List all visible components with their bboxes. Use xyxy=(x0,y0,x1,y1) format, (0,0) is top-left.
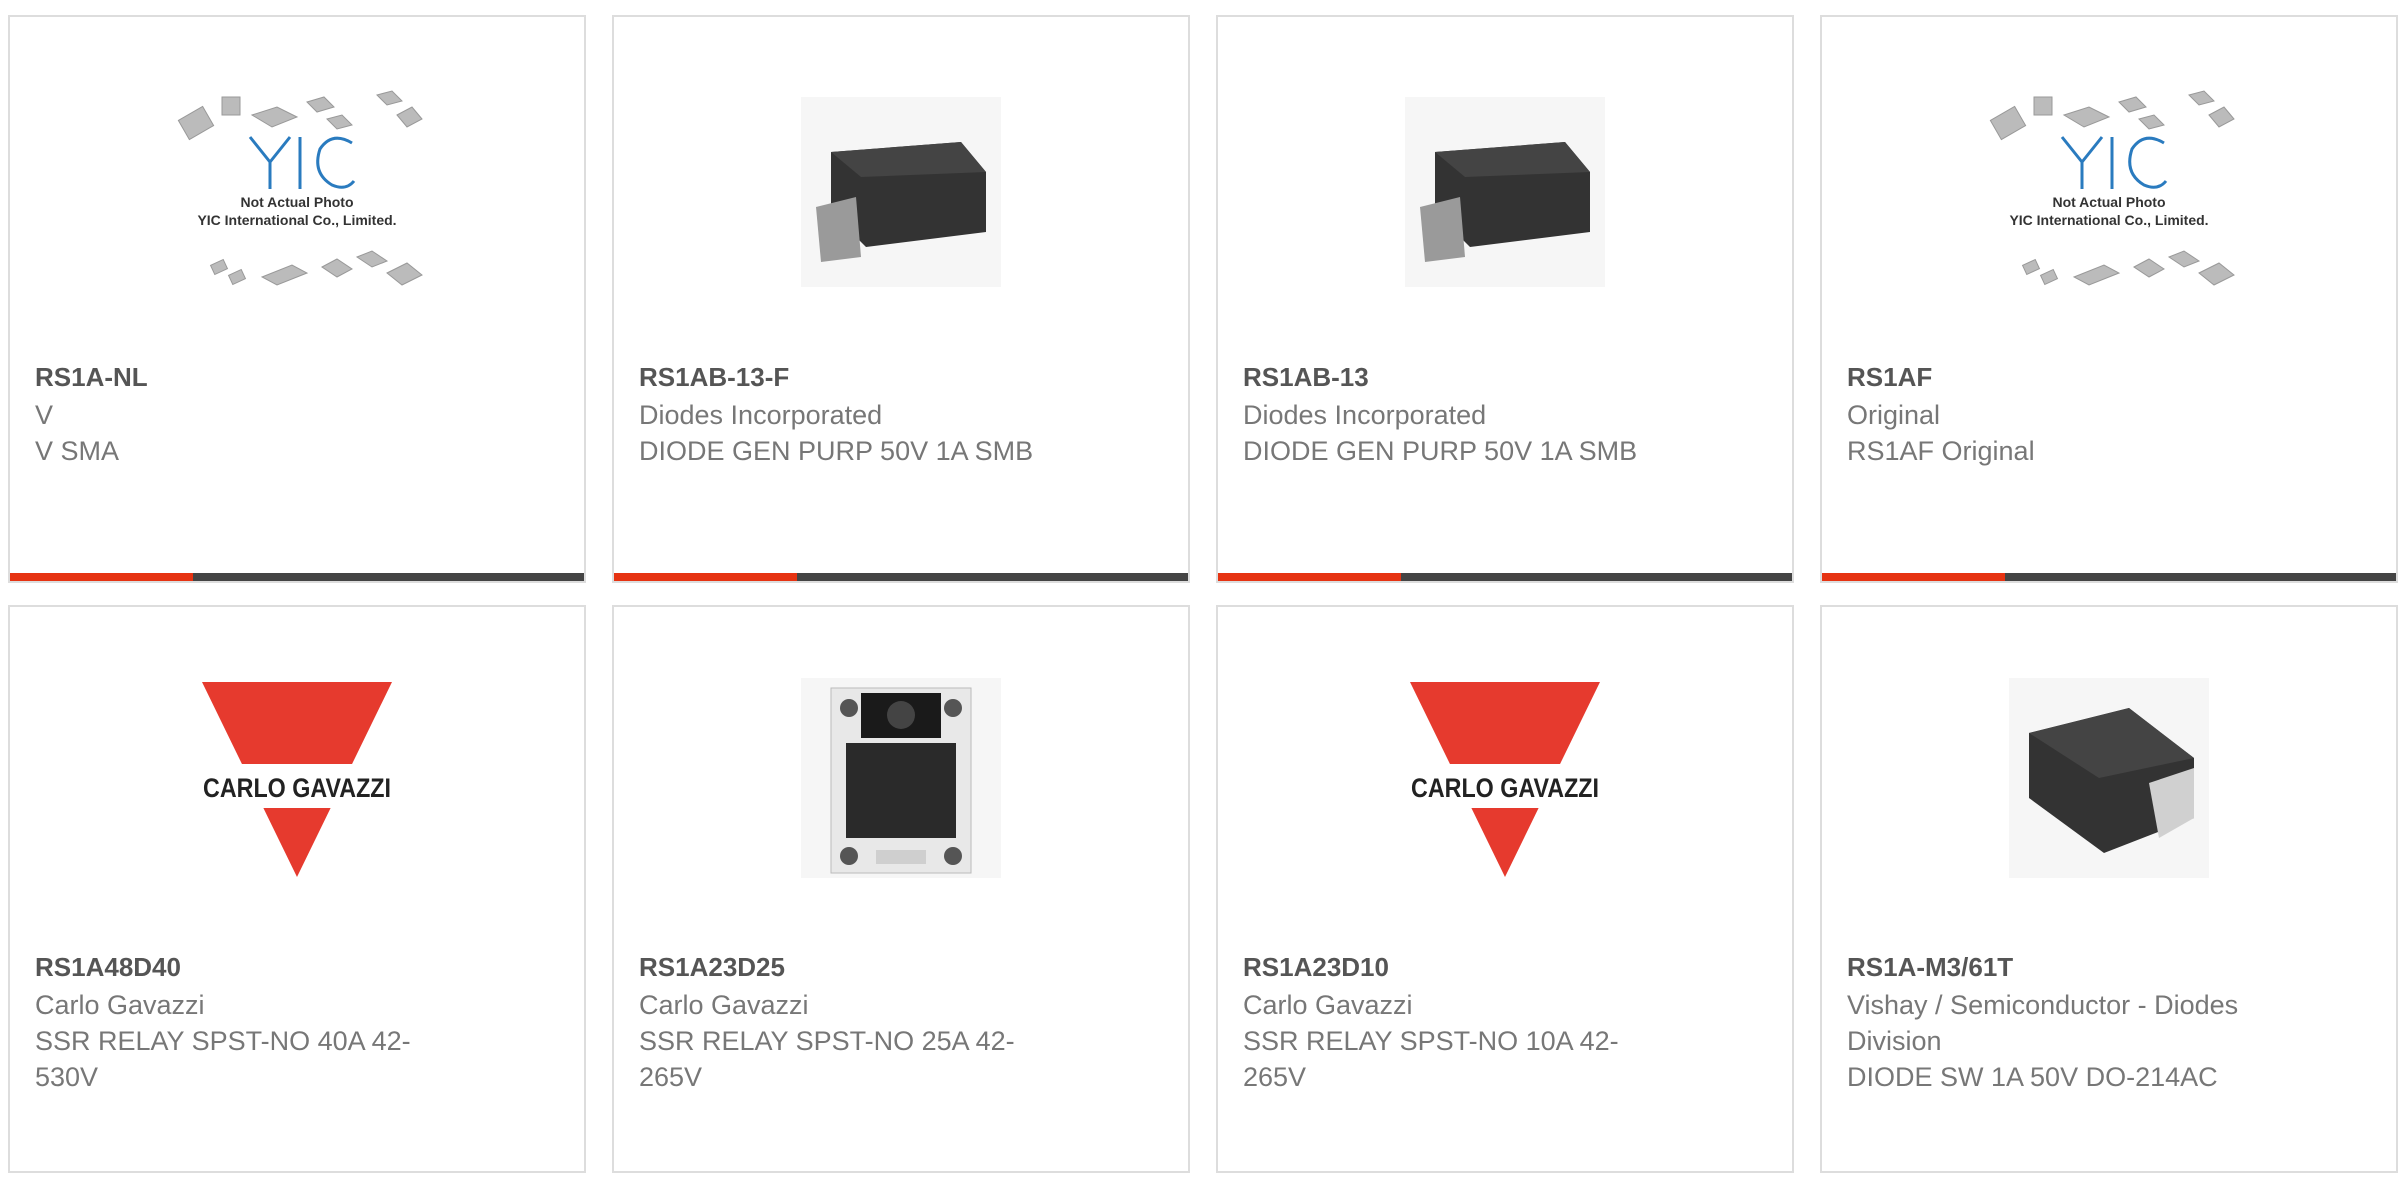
smb-diode-icon xyxy=(801,97,1001,287)
manufacturer: Diodes Incorporated xyxy=(1243,400,1487,430)
manufacturer-block: Carlo Gavazzi SSR RELAY SPST-NO 25A 42-2… xyxy=(639,987,1059,1095)
product-card[interactable]: Not Actual Photo YIC International Co., … xyxy=(8,15,586,583)
manufacturer-block: Diodes Incorporated DIODE GEN PURP 50V 1… xyxy=(1243,397,1663,469)
manufacturer: V xyxy=(35,400,54,430)
product-card[interactable]: RS1AB-13-F Diodes Incorporated DIODE GEN… xyxy=(612,15,1190,583)
part-number[interactable]: RS1AB-13-F xyxy=(639,360,789,394)
product-image[interactable] xyxy=(614,670,1188,970)
description: DIODE SW 1A 50V DO-214AC xyxy=(1847,1062,2218,1092)
part-number[interactable]: RS1A23D25 xyxy=(639,950,785,984)
description: SSR RELAY SPST-NO 25A 42-265V xyxy=(639,1026,1015,1092)
yic-placeholder-icon: Not Actual Photo YIC International Co., … xyxy=(177,90,423,286)
placeholder-line1: Not Actual Photo xyxy=(2052,194,2165,210)
sma-diode-icon xyxy=(2009,678,2209,878)
product-image[interactable] xyxy=(1822,670,2396,970)
smb-diode-icon xyxy=(1405,97,1605,287)
manufacturer: Carlo Gavazzi xyxy=(35,990,205,1020)
ssr-relay-icon xyxy=(801,678,1001,878)
placeholder-line2: YIC International Co., Limited. xyxy=(197,212,396,228)
placeholder-line1: Not Actual Photo xyxy=(240,194,353,210)
manufacturer: Diodes Incorporated xyxy=(639,400,883,430)
carlo-gavazzi-logo-icon: CARLO GAVAZZI xyxy=(197,682,397,877)
description: SSR RELAY SPST-NO 40A 42-530V xyxy=(35,1026,411,1092)
product-image[interactable] xyxy=(1218,77,1792,377)
part-number[interactable]: RS1A-M3/61T xyxy=(1847,950,2013,984)
card-bar xyxy=(1218,573,1792,581)
card-bar xyxy=(10,573,584,581)
product-image[interactable]: CARLO GAVAZZI xyxy=(1218,670,1792,970)
part-number[interactable]: RS1AF xyxy=(1847,360,1932,394)
product-card[interactable]: CARLO GAVAZZI RS1A23D10 Carlo Gavazzi SS… xyxy=(1216,605,1794,1173)
card-bar-accent xyxy=(1822,573,2005,581)
description: RS1AF Original xyxy=(1847,436,2035,466)
part-number[interactable]: RS1A48D40 xyxy=(35,950,181,984)
product-card[interactable]: RS1A23D25 Carlo Gavazzi SSR RELAY SPST-N… xyxy=(612,605,1190,1173)
product-card[interactable]: CARLO GAVAZZI RS1A48D40 Carlo Gavazzi SS… xyxy=(8,605,586,1173)
product-grid: Not Actual Photo YIC International Co., … xyxy=(8,15,2400,1182)
description: DIODE GEN PURP 50V 1A SMB xyxy=(639,436,1034,466)
part-number[interactable]: RS1AB-13 xyxy=(1243,360,1369,394)
product-card[interactable]: RS1AB-13 Diodes Incorporated DIODE GEN P… xyxy=(1216,15,1794,583)
card-bar-accent xyxy=(10,573,193,581)
card-bar-accent xyxy=(1218,573,1401,581)
logo-text: CARLO GAVAZZI xyxy=(203,773,391,803)
product-card[interactable]: RS1A-M3/61T Vishay / Semiconductor - Dio… xyxy=(1820,605,2398,1173)
manufacturer: Vishay / Semiconductor - Diodes Division xyxy=(1847,990,2239,1056)
placeholder-line2: YIC International Co., Limited. xyxy=(2009,212,2208,228)
manufacturer-block: Carlo Gavazzi SSR RELAY SPST-NO 10A 42-2… xyxy=(1243,987,1663,1095)
description: DIODE GEN PURP 50V 1A SMB xyxy=(1243,436,1638,466)
card-bar xyxy=(614,573,1188,581)
manufacturer-block: Carlo Gavazzi SSR RELAY SPST-NO 40A 42-5… xyxy=(35,987,455,1095)
description: SSR RELAY SPST-NO 10A 42-265V xyxy=(1243,1026,1619,1092)
yic-placeholder-image[interactable]: Not Actual Photo YIC International Co., … xyxy=(1822,77,2396,377)
manufacturer: Original xyxy=(1847,400,1941,430)
manufacturer-block: V V SMA xyxy=(35,397,455,469)
manufacturer-block: Vishay / Semiconductor - Diodes Division… xyxy=(1847,987,2267,1095)
product-image[interactable]: CARLO GAVAZZI xyxy=(10,670,584,970)
yic-placeholder-image[interactable]: Not Actual Photo YIC International Co., … xyxy=(10,77,584,377)
part-number[interactable]: RS1A-NL xyxy=(35,360,148,394)
description: V SMA xyxy=(35,436,120,466)
card-bar xyxy=(1822,573,2396,581)
product-image[interactable] xyxy=(614,77,1188,377)
yic-placeholder-icon: Not Actual Photo YIC International Co., … xyxy=(1989,90,2235,286)
manufacturer: Carlo Gavazzi xyxy=(1243,990,1413,1020)
card-bar-accent xyxy=(614,573,797,581)
manufacturer-block: Diodes Incorporated DIODE GEN PURP 50V 1… xyxy=(639,397,1059,469)
part-number[interactable]: RS1A23D10 xyxy=(1243,950,1389,984)
manufacturer-block: Original RS1AF Original xyxy=(1847,397,2267,469)
manufacturer: Carlo Gavazzi xyxy=(639,990,809,1020)
logo-text: CARLO GAVAZZI xyxy=(1411,773,1599,803)
carlo-gavazzi-logo-icon: CARLO GAVAZZI xyxy=(1405,682,1605,877)
product-card[interactable]: Not Actual Photo YIC International Co., … xyxy=(1820,15,2398,583)
